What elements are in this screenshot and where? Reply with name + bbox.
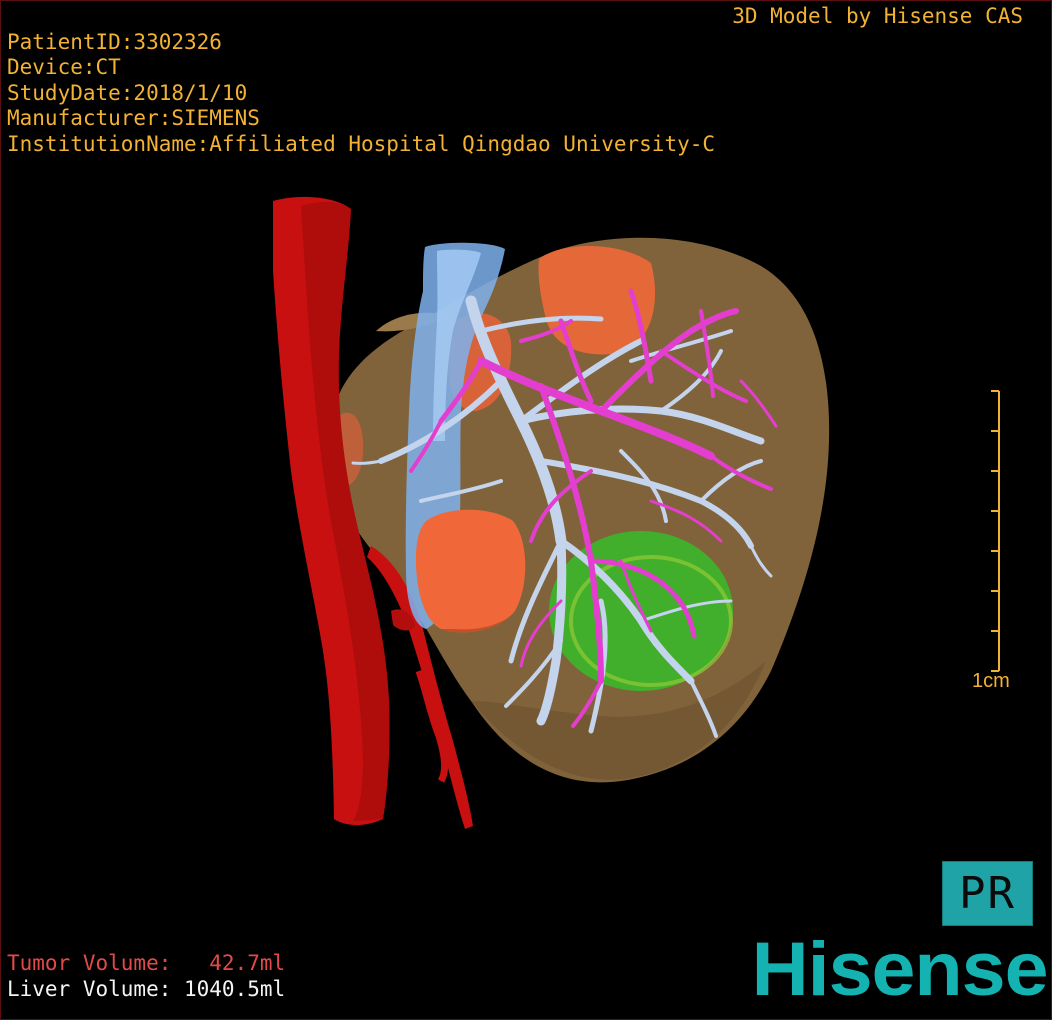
scale-label: 1cm [972,670,1010,692]
hisense-logo: Hisense [751,927,1048,1012]
study-info: PatientID:3302326 Device:CT StudyDate:2018… [7,4,715,157]
device: Device:CT [7,55,121,79]
patient-id: PatientID:3302326 [7,29,222,54]
study-date: StudyDate:2018/1/10 [7,80,248,105]
3d-viewport[interactable]: 1cm PatientID:3302326 Device:CT StudyDate:… [0,0,1052,1020]
liver-volume: Liver Volume: 1040.5ml [7,976,286,1001]
model-credit: 3D Model by Hisense CAS [732,4,1023,28]
pr-label: PR [959,868,1016,919]
tumor-volume: Tumor Volume: 42.7ml [7,951,286,975]
pr-button[interactable]: PR [942,861,1033,926]
manufacturer: Manufacturer:SIEMENS [7,106,260,130]
institution-name: InstitutionName:Affiliated Hospital Qing… [7,131,716,156]
volume-readouts: Tumor Volume: 42.7ml Liver Volume: 1040.5… [7,926,285,1003]
